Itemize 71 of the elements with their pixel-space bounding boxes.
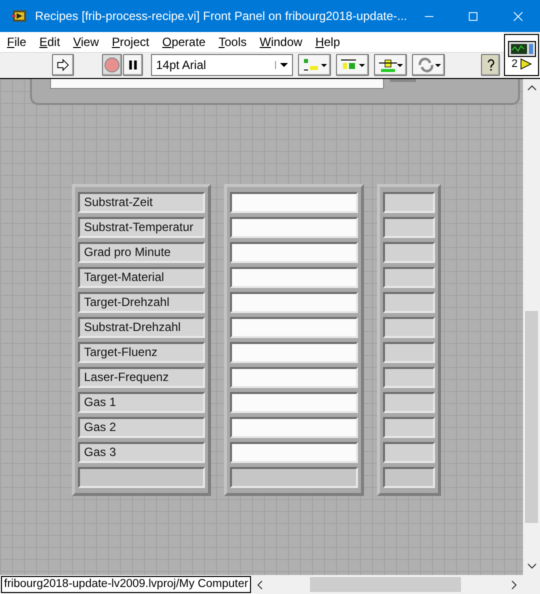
input-field[interactable] bbox=[230, 442, 358, 463]
input-field[interactable] bbox=[230, 292, 358, 313]
menu-item[interactable]: Edit bbox=[34, 34, 66, 49]
label-cell[interactable]: Substrat-Drehzahl bbox=[78, 317, 205, 338]
label-cell[interactable]: Substrat-Zeit bbox=[78, 192, 205, 213]
label-cell[interactable]: Target-Fluenz bbox=[78, 342, 205, 363]
stop-icon bbox=[104, 57, 120, 74]
input-field[interactable] bbox=[230, 392, 358, 413]
menu-item[interactable]: View bbox=[68, 34, 105, 49]
input-field[interactable] bbox=[230, 417, 358, 438]
connector-pane[interactable]: 2 bbox=[504, 34, 539, 76]
align-button[interactable] bbox=[298, 54, 331, 76]
menu-item[interactable]: Project bbox=[106, 34, 156, 49]
input-field[interactable] bbox=[230, 242, 358, 263]
pause-icon bbox=[127, 59, 139, 72]
caret-icon bbox=[275, 61, 288, 70]
triangle-icon bbox=[520, 58, 532, 70]
connector-number: 2 bbox=[511, 58, 518, 70]
label-cell[interactable]: Gas 2 bbox=[78, 417, 205, 438]
label-cell[interactable]: Target-Drehzahl bbox=[78, 292, 205, 313]
input-field[interactable] bbox=[230, 317, 358, 338]
value-cell[interactable] bbox=[383, 292, 435, 313]
app-icon bbox=[12, 8, 27, 24]
menu-item[interactable]: Tools bbox=[214, 34, 253, 49]
label-cell[interactable]: Target-Material bbox=[78, 267, 205, 288]
reorder-button[interactable] bbox=[412, 54, 445, 76]
arrow-icon bbox=[56, 58, 70, 72]
value-cell[interactable] bbox=[383, 217, 435, 238]
reorder-icon bbox=[416, 57, 442, 74]
menu-item[interactable]: Window bbox=[254, 34, 308, 49]
resize-button[interactable] bbox=[374, 54, 407, 76]
value-cell[interactable] bbox=[383, 367, 435, 388]
help-button[interactable] bbox=[481, 54, 500, 76]
empty-cell[interactable] bbox=[230, 467, 358, 488]
label-cell[interactable]: Gas 1 bbox=[78, 392, 205, 413]
menu-item[interactable]: Operate bbox=[157, 34, 212, 49]
input-field[interactable] bbox=[230, 342, 358, 363]
font-dropdown[interactable]: 14pt Arial bbox=[151, 54, 293, 76]
abort-button[interactable] bbox=[102, 54, 122, 76]
resize-icon bbox=[378, 57, 404, 74]
window-title: Recipes [frib-process-recipe.vi] Front Panel on fribourg2018-update-... bbox=[34, 9, 408, 23]
value-cell[interactable] bbox=[383, 192, 435, 213]
distribute-button[interactable] bbox=[336, 54, 369, 76]
label-cell[interactable]: Grad pro Minute bbox=[78, 242, 205, 263]
scroll-thumb[interactable] bbox=[525, 311, 538, 523]
value-cell[interactable] bbox=[383, 317, 435, 338]
value-cell[interactable] bbox=[383, 392, 435, 413]
close-icon[interactable] bbox=[512, 10, 523, 22]
label-cell[interactable]: Gas 3 bbox=[78, 442, 205, 463]
empty-cell[interactable] bbox=[383, 467, 435, 488]
menu-item[interactable]: Help bbox=[310, 34, 346, 49]
align-icon bbox=[302, 57, 328, 74]
value-cell[interactable] bbox=[383, 417, 435, 438]
vi-icon bbox=[508, 40, 536, 56]
label-cell[interactable]: Laser-Frequenz bbox=[78, 367, 205, 388]
label-cell[interactable]: Substrat-Temperatur bbox=[78, 217, 205, 238]
empty-cell[interactable] bbox=[78, 467, 205, 488]
input-field[interactable] bbox=[230, 267, 358, 288]
run-button[interactable] bbox=[52, 54, 74, 76]
value-cell[interactable] bbox=[383, 442, 435, 463]
input-field[interactable] bbox=[230, 367, 358, 388]
menu-item[interactable]: File bbox=[2, 34, 32, 49]
maximize-icon[interactable] bbox=[468, 10, 479, 22]
input-field[interactable] bbox=[230, 192, 358, 213]
input-field[interactable] bbox=[230, 217, 358, 238]
value-cell[interactable] bbox=[383, 342, 435, 363]
scroll-thumb[interactable] bbox=[310, 577, 461, 592]
value-cell[interactable] bbox=[383, 242, 435, 263]
value-cell[interactable] bbox=[383, 267, 435, 288]
project-context: fribourg2018-update-lv2009.lvproj/My Computer bbox=[1, 576, 252, 593]
pause-button[interactable] bbox=[123, 54, 143, 76]
